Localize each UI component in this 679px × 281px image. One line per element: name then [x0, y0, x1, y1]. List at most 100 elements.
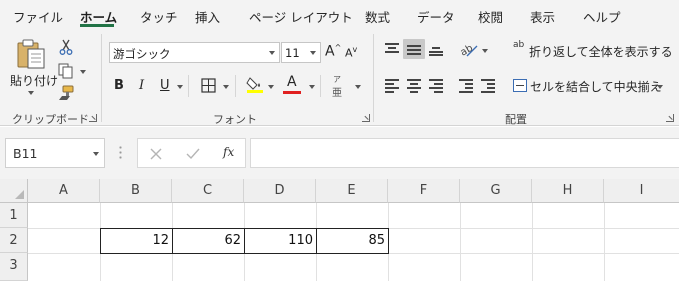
tab-formulas[interactable]: 数式 — [365, 7, 390, 26]
ribbon-home: 貼り付け クリップボード 游ゴシック 11 A^ Av B I U A ア 亜 … — [0, 30, 679, 126]
merge-dropdown-caret[interactable] — [657, 85, 663, 89]
name-box[interactable]: B11 — [5, 138, 105, 168]
tab-help[interactable]: ヘルプ — [583, 7, 621, 26]
chevron-down-icon — [310, 51, 316, 55]
shrink-font-label: A — [345, 46, 353, 60]
alignment-dialog-launcher[interactable] — [666, 114, 674, 122]
font-name-combo[interactable]: 游ゴシック — [109, 42, 280, 63]
phonetic-dropdown-caret[interactable] — [355, 85, 361, 89]
column-header-b[interactable]: B — [100, 179, 172, 203]
phonetic-guide-button[interactable]: ア 亜 — [331, 74, 349, 99]
gridline — [460, 203, 461, 281]
font-color-button[interactable]: A — [283, 74, 303, 96]
column-header-c[interactable]: C — [172, 179, 244, 203]
formula-bar-grip[interactable] — [119, 145, 122, 159]
decrease-indent-icon[interactable] — [459, 79, 473, 93]
column-header-a[interactable]: A — [28, 179, 100, 203]
font-color-letter: A — [287, 74, 297, 90]
italic-button[interactable]: I — [139, 78, 144, 93]
column-header-d[interactable]: D — [244, 179, 316, 203]
group-divider — [373, 34, 374, 122]
formula-buttons: fx — [137, 138, 246, 168]
gridline — [604, 203, 605, 281]
copy-icon[interactable] — [58, 63, 74, 79]
paste-button[interactable]: 貼り付け — [8, 36, 58, 100]
worksheet-grid: A B C D E F G H I 1 2 3 12 62 110 85 — [0, 179, 679, 281]
font-size-value: 11 — [285, 46, 300, 60]
cancel-icon[interactable] — [150, 148, 162, 160]
tab-review[interactable]: 校閲 — [478, 7, 503, 26]
chevron-down-icon — [93, 152, 99, 156]
cell-e2[interactable]: 85 — [316, 233, 385, 248]
divider — [235, 75, 236, 97]
grow-font-label: A — [325, 43, 335, 60]
formula-input[interactable] — [250, 138, 679, 168]
font-group-label: フォント — [213, 113, 257, 126]
column-header-f[interactable]: F — [388, 179, 460, 203]
borders-dropdown-caret[interactable] — [223, 85, 229, 89]
cell-b2[interactable]: 12 — [100, 233, 169, 248]
enter-checkmark-icon[interactable] — [186, 148, 200, 160]
wrap-text-icon: ab — [513, 40, 525, 50]
tab-insert[interactable]: 挿入 — [195, 7, 220, 26]
row-header-3[interactable]: 3 — [0, 253, 28, 281]
tab-page-layout[interactable]: ページ レイアウト — [249, 7, 353, 26]
tab-data[interactable]: データ — [417, 7, 455, 26]
align-right-icon[interactable] — [429, 79, 443, 93]
group-divider — [101, 34, 102, 122]
tab-touch[interactable]: タッチ — [140, 7, 178, 26]
align-top-icon[interactable] — [385, 43, 399, 55]
orientation-icon[interactable]: ab — [459, 42, 479, 58]
wrap-text-button[interactable]: ab 折り返して全体を表示する — [513, 40, 673, 60]
insert-function-button[interactable]: fx — [223, 145, 234, 159]
format-painter-icon[interactable] — [58, 85, 74, 101]
font-name-value: 游ゴシック — [113, 47, 171, 61]
alignment-group-label: 配置 — [505, 113, 527, 126]
align-center-icon[interactable] — [407, 79, 421, 93]
merge-cells-icon — [513, 79, 527, 92]
fill-color-dropdown-caret[interactable] — [268, 85, 274, 89]
paste-label: 貼り付け — [10, 74, 59, 88]
column-header-g[interactable]: G — [460, 179, 532, 203]
gridline — [532, 203, 533, 281]
increase-font-size-button[interactable]: A^ — [325, 43, 341, 60]
borders-icon[interactable] — [201, 78, 216, 93]
chevron-down-icon — [269, 51, 275, 55]
name-box-value: B11 — [13, 146, 38, 161]
paste-dropdown-caret[interactable] — [28, 91, 34, 95]
column-header-h[interactable]: H — [532, 179, 604, 203]
merge-center-label: セルを結合して中央揃え — [530, 80, 662, 94]
cut-icon[interactable] — [59, 39, 73, 55]
tab-view[interactable]: 表示 — [530, 7, 555, 26]
fill-color-icon[interactable] — [246, 75, 264, 93]
paste-icon — [17, 39, 45, 69]
decrease-font-size-button[interactable]: Av — [345, 45, 357, 60]
row-header-1[interactable]: 1 — [0, 203, 28, 228]
underline-button[interactable]: U — [160, 78, 170, 93]
clipboard-dialog-launcher[interactable] — [89, 114, 97, 122]
font-size-combo[interactable]: 11 — [281, 42, 321, 63]
row-header-2[interactable]: 2 — [0, 228, 28, 253]
align-middle-icon[interactable] — [407, 43, 421, 55]
tab-file[interactable]: ファイル — [13, 7, 63, 26]
column-header-e[interactable]: E — [316, 179, 388, 203]
copy-dropdown-caret[interactable] — [80, 70, 86, 74]
bold-button[interactable]: B — [114, 78, 124, 93]
cell-c2[interactable]: 62 — [172, 233, 241, 248]
column-header-i[interactable]: I — [604, 179, 679, 203]
font-color-dropdown-caret[interactable] — [309, 85, 315, 89]
font-dialog-launcher[interactable] — [362, 114, 370, 122]
align-bottom-icon[interactable] — [429, 43, 443, 56]
underline-dropdown-caret[interactable] — [177, 85, 183, 89]
ribbon-tab-bar: ファイル ホーム タッチ 挿入 ページ レイアウト 数式 データ 校閲 表示 ヘ… — [0, 0, 679, 30]
divider — [320, 75, 321, 97]
align-left-icon[interactable] — [385, 79, 399, 93]
increase-indent-icon[interactable] — [481, 79, 495, 93]
merge-center-button[interactable]: セルを結合して中央揃え — [513, 78, 663, 98]
phonetic-bottom-char: 亜 — [332, 88, 342, 99]
font-color-swatch — [283, 91, 301, 94]
cell-d2[interactable]: 110 — [244, 233, 313, 248]
active-tab-indicator — [80, 24, 114, 27]
orientation-dropdown-caret[interactable] — [482, 49, 488, 53]
select-all-button[interactable] — [0, 179, 28, 203]
